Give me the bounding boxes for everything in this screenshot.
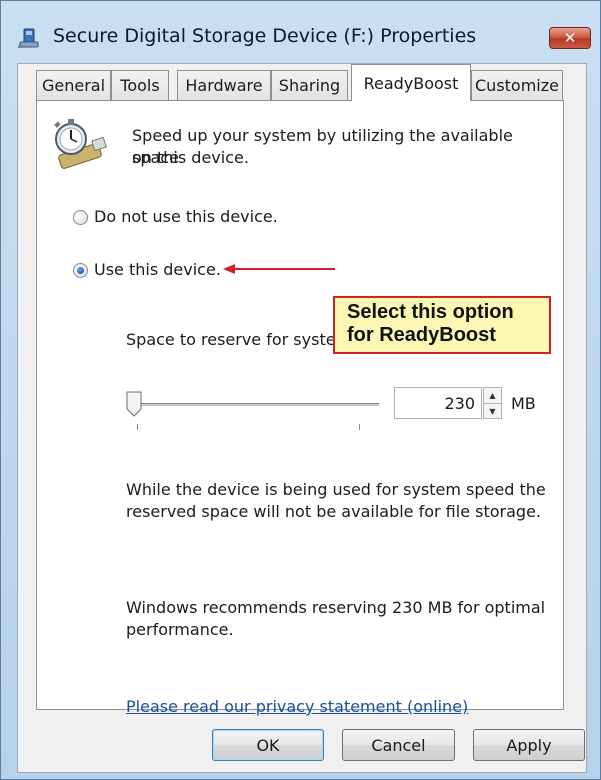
dialog-client-area: General Tools Hardware Sharing ReadyBoos… xyxy=(17,63,587,773)
stopwatch-usb-icon xyxy=(54,119,107,169)
ok-button[interactable]: OK xyxy=(212,729,324,761)
usb-drive-icon xyxy=(18,28,39,48)
tab-hardware[interactable]: Hardware xyxy=(177,70,271,100)
recommendation-line1: Windows recommends reserving 230 MB for … xyxy=(126,598,546,617)
window-title: Secure Digital Storage Device (F:) Prope… xyxy=(53,25,477,47)
reserve-slider-thumb[interactable] xyxy=(126,391,142,417)
tab-customize[interactable]: Customize xyxy=(471,70,563,100)
storage-note-line2: reserved space will not be available for… xyxy=(126,502,541,521)
callout-line2: for ReadyBoost xyxy=(347,324,496,346)
slider-tick-min xyxy=(137,424,138,430)
apply-button[interactable]: Apply xyxy=(473,729,585,761)
callout-line1: Select this option xyxy=(347,301,514,323)
use-device-label[interactable]: Use this device. xyxy=(94,259,221,281)
readyboost-panel: Speed up your system by utilizing the av… xyxy=(36,100,564,716)
do-not-use-label[interactable]: Do not use this device. xyxy=(94,206,278,228)
use-device-radio[interactable] xyxy=(73,263,88,278)
reserve-size-spinner[interactable]: ▲ ▼ xyxy=(483,387,502,419)
callout-arrow xyxy=(223,264,335,274)
title-bar[interactable]: Secure Digital Storage Device (F:) Prope… xyxy=(1,1,601,65)
slider-tick-max xyxy=(359,424,360,430)
storage-note-line1: While the device is being used for syste… xyxy=(126,480,546,499)
privacy-statement-link[interactable]: Please read our privacy statement (onlin… xyxy=(126,697,468,716)
recommendation-line2: performance. xyxy=(126,620,234,639)
reserve-size-input[interactable]: 230 xyxy=(394,387,482,419)
tab-sharing[interactable]: Sharing xyxy=(271,70,348,100)
tab-readyboost[interactable]: ReadyBoost xyxy=(351,64,471,101)
reserve-unit-label: MB xyxy=(511,394,536,413)
properties-window: Secure Digital Storage Device (F:) Prope… xyxy=(0,0,601,780)
do-not-use-radio[interactable] xyxy=(73,210,88,225)
readyboost-callout: Select this option for ReadyBoost xyxy=(333,296,551,354)
reserve-slider-track[interactable] xyxy=(127,403,379,406)
cancel-button[interactable]: Cancel xyxy=(342,729,455,761)
spin-down-icon[interactable]: ▼ xyxy=(484,403,501,419)
tab-general[interactable]: General xyxy=(36,70,111,100)
tab-tools[interactable]: Tools xyxy=(111,70,169,100)
close-button[interactable]: ✕ xyxy=(549,27,591,49)
spin-up-icon[interactable]: ▲ xyxy=(484,388,501,403)
intro-text-line2: on this device. xyxy=(132,148,249,167)
radio-selected-dot xyxy=(77,267,84,274)
close-icon: ✕ xyxy=(563,29,577,47)
